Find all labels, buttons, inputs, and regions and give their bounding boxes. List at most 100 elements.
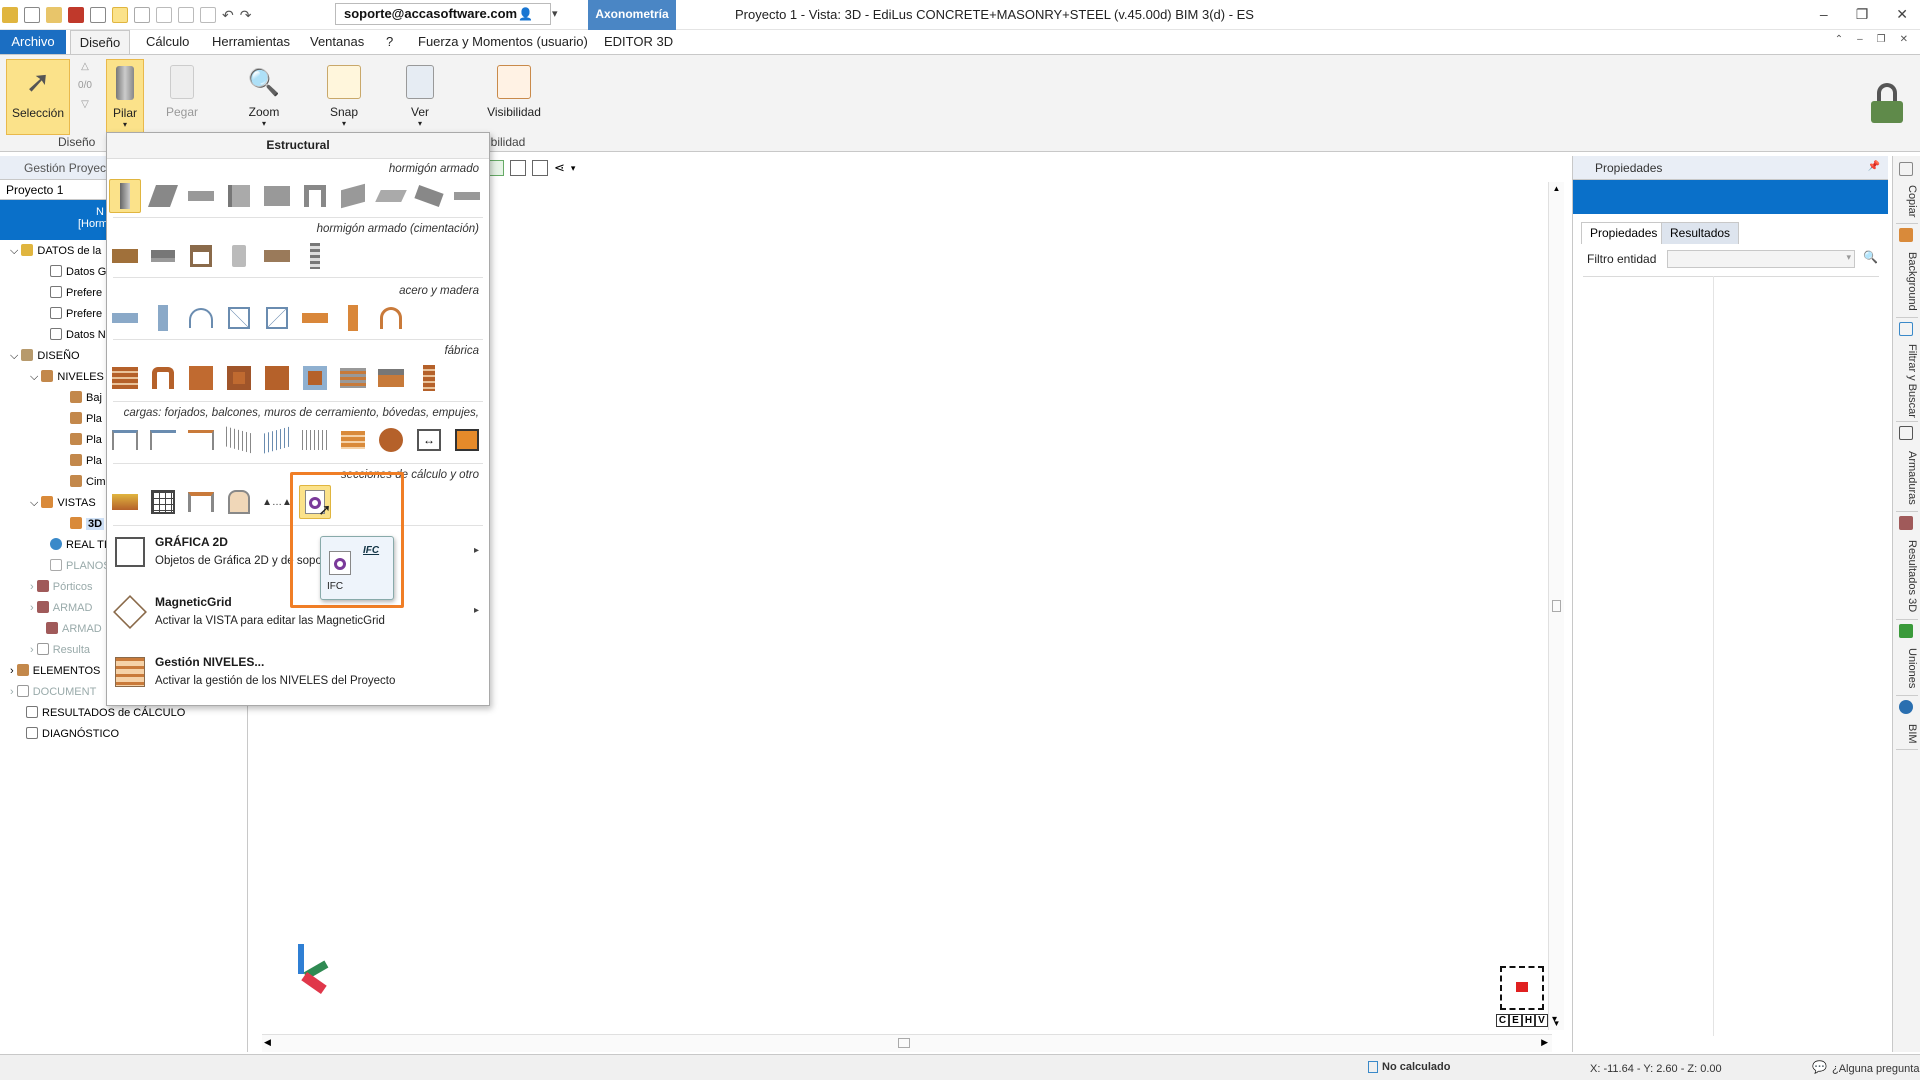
timber-beam-tool-icon[interactable]	[299, 301, 331, 335]
masonry-wall-tool-icon[interactable]	[109, 361, 141, 395]
tree-item[interactable]: Pla	[70, 452, 102, 470]
steel-frame-tool-icon[interactable]	[185, 301, 217, 335]
tree-item[interactable]: Pla	[70, 431, 102, 449]
status-help[interactable]: ¿Alguna pregunta?	[1832, 1063, 1920, 1075]
balcony-load-tool-icon[interactable]	[147, 423, 179, 457]
ribbon-close-icon[interactable]: ✕	[1900, 34, 1908, 45]
tree-item[interactable]: PLANOS	[50, 557, 111, 575]
tree-item[interactable]: › Resulta	[30, 641, 90, 659]
tab-herramientas[interactable]: Herramientas	[204, 30, 298, 54]
seleccion-button[interactable]: ➚ Selección	[6, 59, 70, 135]
tree-item[interactable]: › ELEMENTOS	[10, 662, 100, 680]
ver-button[interactable]: Ver ▾	[400, 59, 440, 135]
tree-item[interactable]: Datos G	[50, 263, 106, 281]
tab-editor-3d[interactable]: EDITOR 3D	[596, 30, 681, 54]
app-icon[interactable]	[2, 7, 18, 23]
view-tool-icon[interactable]	[488, 160, 504, 176]
pin-icon[interactable]: 📌	[1868, 161, 1880, 172]
tab-propiedades[interactable]: Propiedades	[1581, 222, 1667, 244]
vertical-scrollbar[interactable]: ▲ ▼	[1548, 182, 1564, 1030]
view-tool-dropdown-icon[interactable]: ▾	[571, 163, 576, 174]
pilar-tool-icon[interactable]	[109, 179, 141, 213]
qa-dropdown-icon[interactable]: ▾	[552, 7, 558, 20]
tree-item[interactable]: › DOCUMENT	[10, 683, 96, 701]
close-icon[interactable]: ✕	[1896, 6, 1908, 23]
tree-item[interactable]: ⌵ NIVELES	[30, 368, 104, 386]
up-icon[interactable]: △	[76, 61, 94, 72]
beam-tool-icon[interactable]	[185, 179, 217, 213]
down-icon[interactable]: ▽	[76, 99, 94, 110]
roof-load-tool-icon[interactable]	[299, 423, 331, 457]
stair-tool-icon[interactable]	[337, 179, 369, 213]
hscroll-thumb[interactable]	[898, 1038, 910, 1048]
vault-load-tool-icon[interactable]	[223, 423, 255, 457]
ramp-tool-icon[interactable]	[375, 179, 407, 213]
save-icon[interactable]	[68, 7, 84, 23]
ribbon-minimize-icon[interactable]: –	[1857, 34, 1863, 45]
view-mode-dropdown-icon[interactable]: ▾	[1548, 1014, 1561, 1027]
frame-tool-icon[interactable]	[299, 179, 331, 213]
share-icon[interactable]: ⋖	[554, 160, 565, 176]
steel-column-tool-icon[interactable]	[147, 301, 179, 335]
tree-item[interactable]: ⌵ DATOS de la	[10, 242, 101, 260]
grid-tool-icon[interactable]	[510, 160, 526, 176]
masonry-window-tool-icon[interactable]	[261, 361, 293, 395]
tree-item[interactable]: Cim	[70, 473, 106, 491]
copy-icon[interactable]	[178, 7, 194, 23]
dome-tool-icon[interactable]	[374, 423, 408, 457]
wall-tool-icon[interactable]	[147, 179, 179, 213]
slab-tool-icon[interactable]	[261, 179, 293, 213]
search-icon[interactable]: 🔍	[1863, 250, 1878, 264]
help-icon[interactable]: 💬	[1812, 1060, 1827, 1074]
tab-resultados[interactable]: Resultados	[1661, 222, 1740, 244]
cursor-icon[interactable]	[112, 7, 128, 23]
timber-column-tool-icon[interactable]	[337, 301, 369, 335]
tree-item[interactable]: Baj	[70, 389, 102, 407]
tree-item[interactable]: ⌵ DISEÑO	[10, 347, 80, 365]
snap-button[interactable]: Snap ▾	[322, 59, 366, 135]
wall-load-tool-icon[interactable]	[185, 423, 217, 457]
floor-load-tool-icon[interactable]	[109, 423, 141, 457]
lock-icon[interactable]	[1870, 83, 1904, 123]
visibilidad-button[interactable]: Visibilidad	[484, 59, 544, 135]
tool-icon[interactable]	[134, 7, 150, 23]
sidebar-tab-filtrar[interactable]: Filtrar y Buscar	[1896, 322, 1918, 422]
masonry-door-tool-icon[interactable]	[299, 361, 331, 395]
masonry-pillar-tool-icon[interactable]	[413, 361, 445, 395]
masonry-panel-tool-icon[interactable]	[185, 361, 217, 395]
tab-diseno[interactable]: Diseño	[70, 30, 130, 54]
profile-tool-icon[interactable]: ▲…▲	[261, 485, 293, 519]
scroll-left-icon[interactable]: ◀	[264, 1037, 271, 1048]
undo-icon[interactable]: ↶	[222, 7, 234, 24]
filter-entity-select[interactable]: ▾	[1667, 250, 1855, 268]
tree-item[interactable]: REAL TI	[50, 536, 107, 554]
column-section-tool-icon[interactable]	[185, 485, 217, 519]
soil-thrust-tool-icon[interactable]	[451, 423, 483, 457]
tree-item[interactable]: › Pórticos	[30, 578, 92, 596]
cut-icon[interactable]	[156, 7, 172, 23]
redo-icon[interactable]: ↷	[240, 7, 252, 24]
print-icon[interactable]	[90, 7, 106, 23]
zoom-button[interactable]: 🔍 Zoom ▾	[242, 59, 286, 135]
timber-frame-tool-icon[interactable]	[375, 301, 407, 335]
steel-beam-tool-icon[interactable]	[109, 301, 141, 335]
cantilever-tool-icon[interactable]	[451, 179, 483, 213]
wall2-tool-icon[interactable]	[223, 179, 255, 213]
masonry-lintel-tool-icon[interactable]	[337, 361, 369, 395]
view-mode-h[interactable]: H	[1522, 1014, 1535, 1027]
tree-item[interactable]: Prefere	[50, 284, 102, 302]
sidebar-tab-resultados-3d[interactable]: Resultados 3D	[1896, 516, 1918, 620]
tab-calculo[interactable]: Cálculo	[138, 30, 197, 54]
horizontal-scrollbar[interactable]: ◀ ▶	[262, 1034, 1552, 1052]
camera-icon[interactable]	[532, 160, 548, 176]
pad-footing-tool-icon[interactable]	[147, 239, 179, 273]
paste-icon[interactable]	[200, 7, 216, 23]
masonry-opening-tool-icon[interactable]	[223, 361, 255, 395]
menu-gestion-niveles[interactable]: Gestión NIVELES... Activar la gestión de…	[107, 649, 489, 697]
masonry-corner-tool-icon[interactable]	[375, 361, 407, 395]
view-mode-v[interactable]: V	[1535, 1014, 1548, 1027]
properties-splitter[interactable]	[1713, 276, 1714, 1036]
tab-help[interactable]: ?	[378, 30, 401, 54]
masonry-arch-tool-icon[interactable]	[147, 361, 179, 395]
tree-item[interactable]: DIAGNÓSTICO	[26, 725, 119, 743]
